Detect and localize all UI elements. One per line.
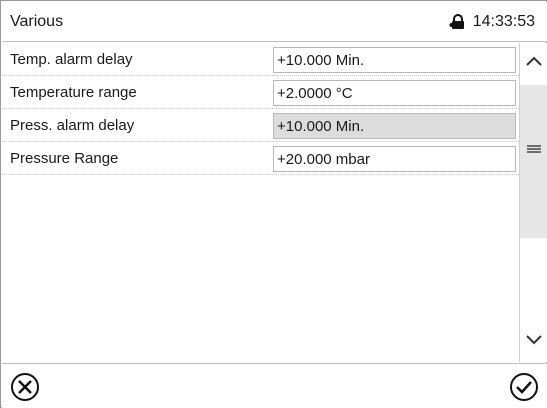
- confirm-button[interactable]: [509, 372, 539, 402]
- setting-row-temp-alarm-delay: Temp. alarm delay +10.000 Min.: [2, 43, 519, 76]
- check-circle-icon: [509, 373, 539, 406]
- footer-bar: [2, 363, 547, 408]
- scroll-grip[interactable]: [520, 143, 547, 157]
- chevron-up-icon: [525, 54, 543, 72]
- setting-value-field[interactable]: +10.000 Min.: [273, 47, 516, 73]
- setting-value-field-disabled: +10.000 Min.: [273, 113, 516, 139]
- window: Various 14:33:53 Temp. alarm delay +10.0…: [0, 0, 547, 408]
- scroll-thumb[interactable]: [520, 85, 547, 238]
- clock-time: 14:33:53: [472, 13, 535, 30]
- setting-row-pressure-range: Pressure Range +20.000 mbar: [2, 142, 519, 175]
- close-circle-icon: [10, 373, 40, 406]
- scroll-down-button[interactable]: [520, 322, 547, 362]
- settings-list: Temp. alarm delay +10.000 Min. Temperatu…: [2, 43, 519, 175]
- header-bar: Various 14:33:53: [2, 2, 547, 42]
- scroll-up-button[interactable]: [520, 43, 547, 83]
- setting-row-temperature-range: Temperature range +2.0000 °C: [2, 76, 519, 109]
- setting-row-press-alarm-delay: Press. alarm delay +10.000 Min.: [2, 109, 519, 142]
- setting-label: Press. alarm delay: [10, 117, 135, 134]
- status-area: 14:33:53: [449, 13, 535, 31]
- setting-value-field[interactable]: +2.0000 °C: [273, 80, 516, 106]
- setting-label: Temp. alarm delay: [10, 51, 133, 68]
- setting-label: Temperature range: [10, 84, 137, 101]
- chevron-down-icon: [525, 333, 543, 351]
- page-title: Various: [10, 13, 64, 30]
- setting-label: Pressure Range: [10, 150, 119, 167]
- lock-icon: [449, 14, 467, 30]
- cancel-button[interactable]: [10, 372, 40, 402]
- setting-value-field[interactable]: +20.000 mbar: [273, 146, 516, 172]
- scrollbar[interactable]: [519, 43, 547, 362]
- grip-icon: [526, 141, 542, 159]
